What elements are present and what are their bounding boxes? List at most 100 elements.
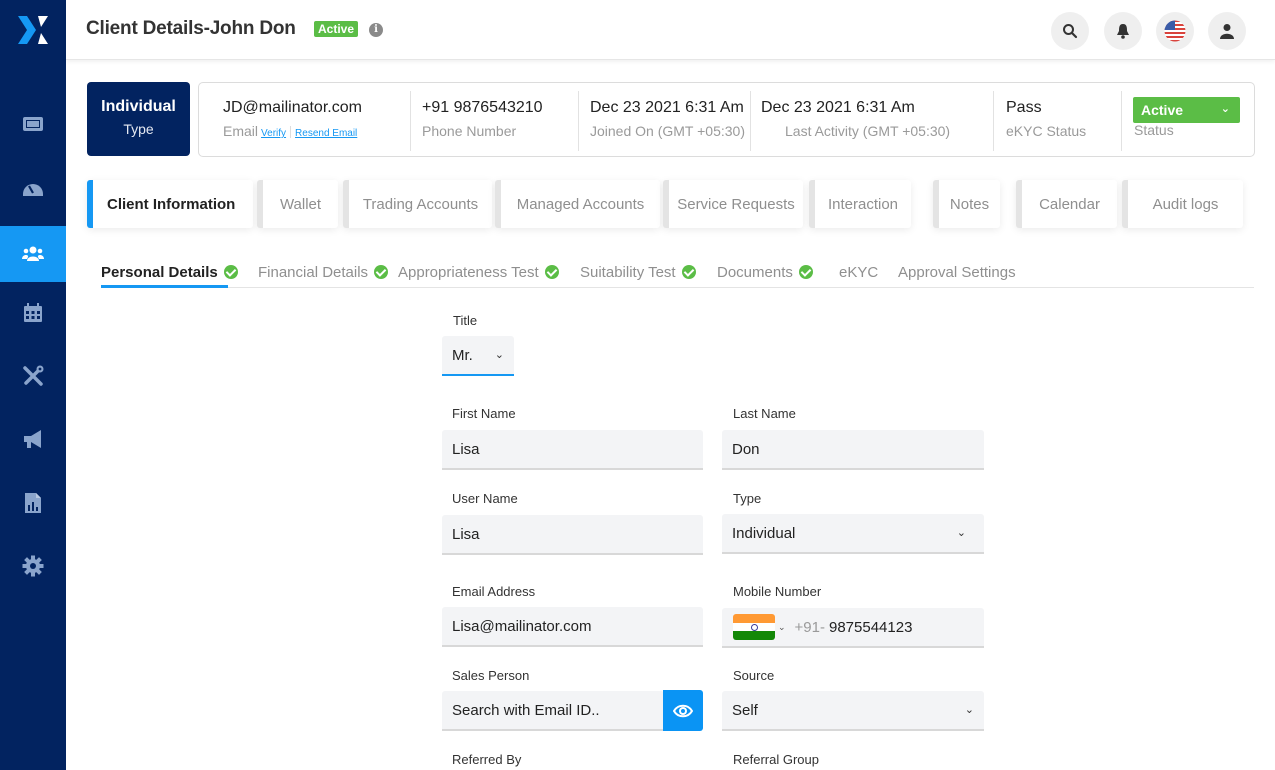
active-subtab-indicator — [101, 285, 228, 288]
tab-client-information[interactable]: Client Information — [87, 180, 253, 228]
referral-group-label: Referral Group — [733, 752, 819, 767]
tab-service-requests[interactable]: Service Requests — [663, 180, 803, 228]
sales-person-search-input[interactable]: Search with Email ID.. — [442, 691, 664, 731]
check-circle-icon — [798, 265, 813, 279]
sales-person-placeholder: Search with Email ID.. — [452, 701, 600, 719]
tab-audit-logs[interactable]: Audit logs — [1122, 180, 1243, 228]
mobile-number-input[interactable]: ⌄ +91- 9875544123 — [722, 608, 984, 648]
tools-icon — [23, 365, 44, 386]
check-circle-icon — [681, 265, 696, 279]
check-circle-icon — [223, 265, 238, 279]
sidebar-item-calendar[interactable] — [0, 285, 66, 341]
calendar-icon — [24, 303, 42, 322]
mobile-number-value: 9875544123 — [829, 618, 913, 636]
divider — [750, 91, 751, 151]
status-label: Status — [1134, 122, 1174, 138]
chevron-down-icon[interactable]: ⌄ — [778, 622, 786, 633]
top-bar: Client Details-John Don Active i — [66, 0, 1275, 60]
report-file-icon — [25, 493, 41, 513]
divider — [1121, 91, 1122, 151]
last-name-input[interactable]: Don — [722, 430, 984, 470]
dashboard-gauge-icon — [23, 184, 43, 196]
summary-ekyc: Pass eKYC Status — [1006, 83, 1086, 156]
email-label: Email — [223, 123, 259, 139]
phone-value: +91 9876543210 — [422, 99, 543, 116]
subtab-label: Suitability Test — [580, 263, 676, 281]
tab-wallet[interactable]: Wallet — [257, 180, 338, 228]
subtab-financial-details[interactable]: Financial Details — [258, 262, 389, 282]
sidebar-item-marketing[interactable] — [0, 411, 66, 467]
chevron-down-icon: ⌄ — [956, 527, 966, 539]
tab-managed-accounts[interactable]: Managed Accounts — [495, 180, 660, 228]
language-button[interactable] — [1156, 12, 1194, 50]
source-select[interactable]: Self ⌄ — [722, 691, 984, 731]
info-icon[interactable]: i — [369, 23, 383, 37]
summary-phone: +91 9876543210 Phone Number — [422, 83, 543, 156]
email-address-label: Email Address — [452, 584, 536, 599]
client-summary: JD@mailinator.com Email Verify Resend Emai… — [198, 82, 1255, 157]
ekyc-value: Pass — [1006, 99, 1042, 116]
check-circle-icon — [544, 265, 559, 279]
sidebar-item-tools[interactable] — [0, 348, 66, 404]
client-type-card: Individual Type — [87, 82, 190, 156]
source-value: Self — [732, 701, 758, 719]
chevron-down-icon: ⌄ — [494, 349, 504, 361]
chevron-down-icon: ⌄ — [1220, 103, 1230, 115]
search-button[interactable] — [1051, 12, 1089, 50]
eye-icon — [673, 704, 693, 717]
first-name-label: First Name — [452, 406, 516, 421]
email-address-input[interactable]: Lisa@mailinator.com — [442, 607, 703, 647]
megaphone-icon — [24, 430, 41, 448]
user-name-input[interactable]: Lisa — [442, 515, 703, 555]
subtab-approval-settings[interactable]: Approval Settings — [898, 262, 1016, 282]
joined-on-label: Joined On (GMT +05:30) — [590, 123, 745, 139]
last-activity-value: Dec 23 2021 6:31 Am — [761, 99, 915, 116]
divider — [578, 91, 579, 151]
sidebar-item-clients[interactable] — [0, 226, 66, 282]
profile-button[interactable] — [1208, 12, 1246, 50]
subtab-appropriateness-test[interactable]: Appropriateness Test — [398, 262, 559, 282]
tab-calendar[interactable]: Calendar — [1016, 180, 1117, 228]
divider — [410, 91, 411, 151]
notifications-button[interactable] — [1104, 12, 1142, 50]
email-value: JD@mailinator.com — [223, 99, 362, 116]
subtab-label: eKYC — [839, 263, 879, 281]
x-logo-icon — [18, 16, 48, 44]
view-sales-person-button[interactable] — [663, 690, 703, 731]
verify-link[interactable]: Verify — [261, 128, 286, 139]
sidebar-item-settings[interactable] — [0, 538, 66, 594]
subtab-personal-details[interactable]: Personal Details — [101, 262, 238, 282]
tab-interaction[interactable]: Interaction — [809, 180, 911, 228]
ekyc-label: eKYC Status — [1006, 123, 1087, 139]
first-name-input[interactable]: Lisa — [442, 430, 703, 470]
app-logo[interactable] — [0, 0, 66, 60]
client-type-value: Individual — [101, 98, 176, 115]
client-type-label: Type — [123, 121, 154, 137]
divider — [290, 126, 292, 139]
user-name-label: User Name — [452, 491, 518, 506]
gear-icon — [22, 555, 44, 577]
title-select[interactable]: Mr. ⌄ — [442, 336, 514, 376]
referred-by-label: Referred By — [452, 752, 522, 767]
chevron-down-icon: ⌄ — [964, 704, 974, 716]
users-icon — [22, 246, 44, 261]
subtab-ekyc[interactable]: eKYC — [839, 262, 878, 282]
subtab-suitability-test[interactable]: Suitability Test — [580, 262, 696, 282]
page-title: Client Details-John Don — [86, 18, 296, 39]
us-flag-icon — [1164, 20, 1186, 42]
type-select[interactable]: Individual ⌄ — [722, 514, 984, 554]
sidebar-item-dashboard[interactable] — [0, 160, 66, 216]
subtab-documents[interactable]: Documents — [717, 262, 813, 282]
india-flag-icon[interactable] — [733, 614, 775, 640]
resend-email-link[interactable]: Resend Email — [295, 128, 357, 139]
summary-status: Status — [1134, 116, 1174, 189]
phone-label: Phone Number — [422, 123, 517, 139]
sidebar-item-reports[interactable] — [0, 475, 66, 531]
tab-notes[interactable]: Notes — [933, 180, 1000, 228]
type-label: Type — [733, 491, 762, 506]
sidebar-item-tickets[interactable] — [0, 96, 66, 152]
title-value: Mr. — [452, 346, 473, 364]
bell-icon — [1117, 24, 1129, 39]
tab-trading-accounts[interactable]: Trading Accounts — [343, 180, 492, 228]
last-name-label: Last Name — [733, 406, 796, 421]
